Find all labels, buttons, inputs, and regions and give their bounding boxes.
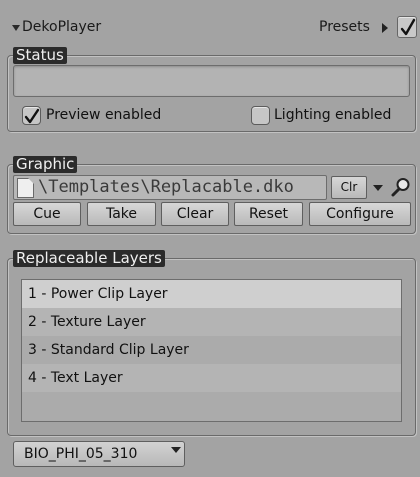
clear-button[interactable]: Clear — [161, 202, 229, 226]
path-dropdown-arrow-icon[interactable] — [373, 185, 383, 191]
template-path-text: \Templates\Replacable.dko — [38, 177, 294, 197]
preview-enabled-label: Preview enabled — [46, 107, 162, 123]
checkmark-icon — [400, 18, 416, 36]
chevron-down-icon[interactable] — [171, 447, 181, 453]
clr-button[interactable]: Clr — [331, 176, 367, 199]
layer-item[interactable]: 2 - Texture Layer — [22, 308, 401, 336]
collapse-triangle-icon[interactable] — [12, 25, 20, 31]
replaceable-layers-group-label: Replaceable Layers — [13, 250, 165, 267]
template-path-field[interactable]: \Templates\Replacable.dko — [13, 175, 327, 200]
presets-arrow-icon[interactable] — [382, 23, 388, 33]
lighting-enabled-checkbox[interactable] — [251, 106, 270, 125]
panel-title: DekoPlayer — [22, 19, 102, 35]
status-group-label: Status — [13, 47, 67, 64]
take-button[interactable]: Take — [87, 202, 156, 226]
presets-menu[interactable]: Presets — [319, 19, 370, 35]
magnifier-icon[interactable] — [390, 176, 412, 198]
checkmark-icon — [24, 108, 40, 124]
layer-item[interactable]: 1 - Power Clip Layer — [22, 280, 401, 308]
configure-button[interactable]: Configure — [309, 202, 411, 226]
status-display — [13, 65, 410, 97]
graphic-group-label: Graphic — [13, 156, 78, 173]
lighting-enabled-label: Lighting enabled — [274, 107, 392, 123]
presets-checkbox[interactable] — [397, 16, 417, 38]
layer-item[interactable]: 3 - Standard Clip Layer — [22, 336, 401, 364]
preview-enabled-checkbox[interactable] — [22, 106, 41, 125]
channel-select[interactable]: BIO_PHI_05_310 — [13, 441, 185, 467]
reset-button[interactable]: Reset — [234, 202, 303, 226]
layer-empty-row — [22, 392, 401, 420]
layers-list[interactable]: 1 - Power Clip Layer 2 - Texture Layer 3… — [21, 279, 402, 422]
document-icon — [17, 178, 34, 198]
cue-button[interactable]: Cue — [13, 202, 81, 226]
layer-item[interactable]: 4 - Text Layer — [22, 364, 401, 392]
panel-header: DekoPlayer Presets — [0, 0, 420, 38]
